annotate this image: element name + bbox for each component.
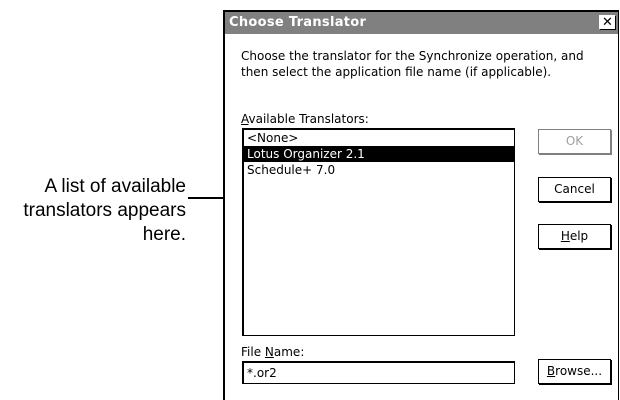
callout-line-3: here. [142,224,186,245]
list-item-none[interactable]: <None> [244,130,514,146]
browse-label-mnemonic: B [546,364,556,378]
title-bar[interactable]: Choose Translator ✕ [225,12,618,34]
choose-translator-dialog: Choose Translator ✕ Choose the translato… [223,10,619,400]
file-name-input[interactable] [242,361,515,384]
cancel-button[interactable]: Cancel [538,177,611,202]
instructions-text: Choose the translator for the Synchroniz… [241,49,584,79]
list-item-schedule-plus[interactable]: Schedule+ 7.0 [244,162,514,178]
callout-annotation: A list of available translators appears … [0,175,186,247]
file-name-label: File Name: [241,345,304,359]
available-label-suffix: vailable Translators: [248,112,369,126]
help-label-mnemonic: H [560,229,570,243]
available-translators-label: Available Translators: [241,112,369,126]
help-button[interactable]: Help [538,224,611,249]
close-icon: ✕ [602,15,613,30]
file-label-prefix: File [241,345,265,359]
dialog-title: Choose Translator [229,15,367,30]
help-label-suffix: elp [569,229,589,243]
close-button[interactable]: ✕ [599,15,616,30]
available-label-mnemonic: A [241,112,249,126]
list-item-lotus-organizer[interactable]: Lotus Organizer 2.1 [244,146,514,162]
browse-label-suffix: rowse... [555,364,603,378]
browse-button[interactable]: Browse... [538,359,611,384]
translators-listbox[interactable]: <None> Lotus Organizer 2.1 Schedule+ 7.0 [242,128,515,336]
callout-line-2: translators appears [23,200,186,221]
ok-button[interactable]: OK [538,129,611,154]
file-label-suffix: ame: [273,345,305,359]
screenshot-stage: A list of available translators appears … [0,0,620,400]
file-label-mnemonic: N [264,345,274,359]
callout-line-1: A list of available [44,176,186,197]
